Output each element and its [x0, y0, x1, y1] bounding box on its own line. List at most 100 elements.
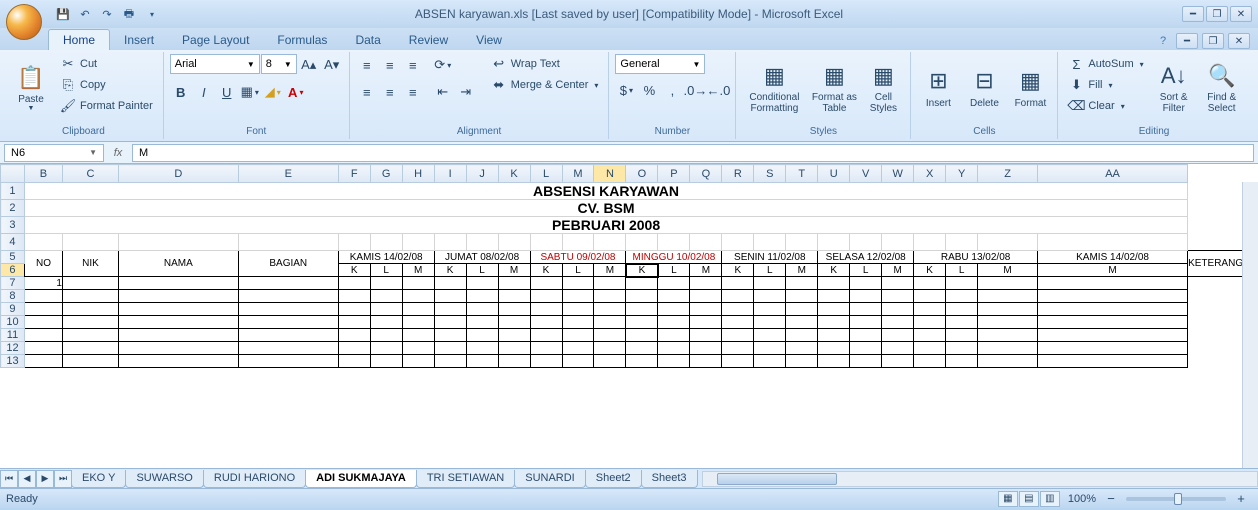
- table-cell[interactable]: [370, 277, 402, 290]
- table-cell[interactable]: [818, 342, 850, 355]
- table-cell[interactable]: [594, 277, 626, 290]
- table-cell[interactable]: [562, 303, 594, 316]
- column-header[interactable]: L: [530, 165, 562, 183]
- table-cell[interactable]: [338, 342, 370, 355]
- table-cell[interactable]: [754, 290, 786, 303]
- redo-icon[interactable]: ↷: [98, 5, 116, 23]
- table-cell[interactable]: [690, 342, 722, 355]
- table-cell[interactable]: [338, 316, 370, 329]
- clear-button[interactable]: ⌫Clear: [1064, 96, 1147, 116]
- table-cell[interactable]: [402, 316, 434, 329]
- cell[interactable]: [818, 234, 850, 251]
- row-header[interactable]: 7: [1, 277, 25, 290]
- table-cell[interactable]: [722, 342, 754, 355]
- table-cell[interactable]: [498, 277, 530, 290]
- table-cell[interactable]: [786, 303, 818, 316]
- table-cell[interactable]: [466, 303, 498, 316]
- italic-button[interactable]: I: [193, 81, 215, 103]
- table-cell[interactable]: [370, 342, 402, 355]
- sheet-tab[interactable]: RUDI HARIONO: [203, 470, 306, 488]
- table-cell[interactable]: [946, 303, 978, 316]
- cut-button[interactable]: ✂Cut: [56, 54, 157, 74]
- column-header[interactable]: D: [118, 165, 238, 183]
- table-cell[interactable]: [466, 342, 498, 355]
- table-cell[interactable]: [754, 316, 786, 329]
- increase-font-icon[interactable]: A▴: [298, 54, 320, 76]
- cell[interactable]: [238, 234, 338, 251]
- table-header[interactable]: NIK: [62, 251, 118, 277]
- table-cell[interactable]: [722, 316, 754, 329]
- underline-button[interactable]: U: [216, 81, 238, 103]
- table-cell[interactable]: [850, 329, 882, 342]
- table-cell[interactable]: [434, 329, 466, 342]
- table-cell[interactable]: [238, 290, 338, 303]
- table-cell[interactable]: [402, 303, 434, 316]
- align-middle-icon[interactable]: ≡: [379, 54, 401, 76]
- table-cell[interactable]: [402, 329, 434, 342]
- tab-data[interactable]: Data: [341, 30, 394, 50]
- cell[interactable]: [62, 234, 118, 251]
- table-cell[interactable]: [626, 303, 658, 316]
- zoom-out-button[interactable]: −: [1100, 488, 1122, 510]
- last-sheet-button[interactable]: ⏭: [54, 470, 72, 488]
- table-cell[interactable]: [658, 329, 690, 342]
- table-cell[interactable]: [850, 277, 882, 290]
- table-cell[interactable]: [498, 303, 530, 316]
- cell[interactable]: [466, 234, 498, 251]
- column-header[interactable]: P: [658, 165, 690, 183]
- table-cell[interactable]: [238, 329, 338, 342]
- table-cell[interactable]: [530, 329, 562, 342]
- table-cell[interactable]: [62, 355, 118, 368]
- table-cell[interactable]: [786, 290, 818, 303]
- table-cell[interactable]: [946, 277, 978, 290]
- conditional-formatting-button[interactable]: ▦Conditional Formatting: [742, 54, 806, 120]
- table-header[interactable]: JUMAT 08/02/08: [434, 251, 530, 264]
- merge-center-button[interactable]: ⬌Merge & Center: [487, 75, 603, 95]
- table-cell[interactable]: [626, 329, 658, 342]
- table-cell[interactable]: [62, 303, 118, 316]
- table-cell[interactable]: [498, 316, 530, 329]
- border-button[interactable]: ▦: [239, 81, 261, 103]
- table-cell[interactable]: [754, 355, 786, 368]
- table-cell[interactable]: [370, 303, 402, 316]
- table-cell[interactable]: [978, 303, 1038, 316]
- cell[interactable]: [690, 234, 722, 251]
- table-cell[interactable]: [24, 303, 62, 316]
- column-header[interactable]: J: [466, 165, 498, 183]
- number-format-combo[interactable]: General▼: [615, 54, 705, 74]
- table-cell[interactable]: [978, 329, 1038, 342]
- table-cell[interactable]: [118, 355, 238, 368]
- font-color-button[interactable]: A: [285, 81, 307, 103]
- column-header[interactable]: C: [62, 165, 118, 183]
- table-cell[interactable]: [370, 316, 402, 329]
- cell[interactable]: [978, 234, 1038, 251]
- table-cell[interactable]: [238, 342, 338, 355]
- row-header[interactable]: 5: [1, 251, 25, 264]
- table-header[interactable]: SENIN 11/02/08: [722, 251, 818, 264]
- column-header[interactable]: Z: [978, 165, 1038, 183]
- fill-button[interactable]: ⬇Fill: [1064, 75, 1147, 95]
- table-subheader[interactable]: M: [978, 264, 1038, 277]
- table-cell[interactable]: [1038, 316, 1188, 329]
- table-cell[interactable]: [434, 355, 466, 368]
- table-cell[interactable]: [530, 290, 562, 303]
- column-header[interactable]: K: [498, 165, 530, 183]
- column-header[interactable]: [1, 165, 25, 183]
- table-cell[interactable]: [946, 342, 978, 355]
- align-left-icon[interactable]: ≡: [356, 81, 378, 103]
- table-cell[interactable]: [786, 316, 818, 329]
- cell[interactable]: [946, 234, 978, 251]
- cell[interactable]: [498, 234, 530, 251]
- table-cell[interactable]: [118, 316, 238, 329]
- align-center-icon[interactable]: ≡: [379, 81, 401, 103]
- row-header[interactable]: 13: [1, 355, 25, 368]
- cell[interactable]: [658, 234, 690, 251]
- table-cell[interactable]: [594, 355, 626, 368]
- maximize-button[interactable]: ❐: [1206, 6, 1228, 22]
- currency-icon[interactable]: $: [615, 79, 637, 101]
- column-header[interactable]: F: [338, 165, 370, 183]
- name-box[interactable]: N6▼: [4, 144, 104, 162]
- table-cell[interactable]: [882, 342, 914, 355]
- table-subheader[interactable]: M: [594, 264, 626, 277]
- table-cell[interactable]: [914, 342, 946, 355]
